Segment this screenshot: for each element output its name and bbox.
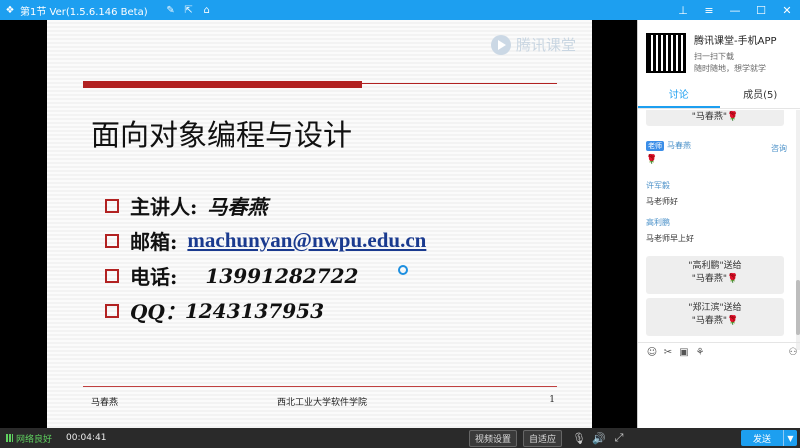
flower-icon[interactable]: ⚘ [692, 347, 708, 358]
presentation-slide: 腾讯课堂 面向对象编程与设计 主讲人: 马春燕 邮箱: machunyan@nw… [47, 20, 592, 428]
title-bar: ❖ 第1节 Ver(1.5.6.146 Beta) ✎ ⇱ ⌂ ⊥ ≡ — ☐ … [0, 0, 800, 20]
gift-recipient: "马春燕" [691, 316, 728, 326]
email-link[interactable]: machunyan@nwpu.edu.cn [187, 228, 426, 253]
bullet-value: 1243137953 [184, 298, 325, 323]
rose-icon: 🌹 [727, 316, 739, 326]
app-logo-icon: ❖ [5, 4, 15, 16]
bullet-lecturer: 主讲人: 马春燕 [105, 188, 426, 223]
footer-author: 马春燕 [91, 398, 119, 408]
promo-line1: 扫一扫下载 [694, 51, 734, 61]
edit-icon[interactable]: ✎ [162, 0, 180, 20]
image-icon[interactable]: ▣ [676, 347, 692, 358]
gift-message: "高利鹏"送给 "马春燕"🌹 [646, 256, 784, 294]
send-button[interactable]: 发送 [740, 430, 783, 446]
sender-name: 高利鹏 [646, 218, 670, 227]
menu-icon[interactable]: ≡ [696, 0, 722, 20]
slide-title: 面向对象编程与设计 [91, 118, 353, 152]
promo-title: 腾讯课堂-手机APP [694, 35, 777, 47]
bullet-label: QQ： [130, 300, 185, 324]
brand-text: 腾讯课堂 [515, 36, 576, 54]
bullet-value: 马春燕 [207, 195, 268, 219]
pin-icon[interactable]: ⊥ [670, 0, 696, 20]
classroom-window: ❖ 第1节 Ver(1.5.6.146 Beta) ✎ ⇱ ⌂ ⊥ ≡ — ☐ … [0, 0, 800, 448]
tab-members[interactable]: 成员(5) [720, 85, 800, 108]
teacher-message-header: 老师 马春燕 [646, 140, 691, 151]
elapsed-time: 00:04:41 [66, 433, 107, 443]
emoji-icon[interactable]: ☺ [644, 347, 660, 358]
bottom-bar: 网络良好 00:04:41 视频设置 自适应 🎙 🔊 ⤢ 发送 ▼ [0, 428, 800, 448]
maximize-icon[interactable]: ☐ [748, 0, 774, 20]
send-options-chevron-icon[interactable]: ▼ [783, 430, 797, 446]
bullet-email: 邮箱: machunyan@nwpu.edu.cn [105, 223, 426, 258]
bullet-square-icon [105, 268, 119, 283]
bullet-label: 主讲人: [130, 195, 198, 219]
slide-bullet-list: 主讲人: 马春燕 邮箱: machunyan@nwpu.edu.cn 电话: 1… [105, 188, 426, 328]
window-title: 第1节 Ver(1.5.6.146 Beta) [20, 6, 148, 18]
gift-sender: "郑江滨"送给 [688, 303, 742, 313]
teacher-message-body: 🌹 [646, 155, 657, 165]
chat-toolbar: ☺ ✂ ▣ ⚘ ⚇ [638, 342, 800, 362]
gift-message: "郑江滨"送给 "马春燕"🌹 [646, 298, 784, 336]
home-icon[interactable]: ⌂ [198, 0, 216, 20]
side-panel: 腾讯课堂-手机APP 扫一扫下载 随时随地，想学就学 讨论 成员(5) "马春燕… [637, 20, 800, 428]
chat-scrollbar[interactable] [796, 110, 800, 350]
bullet-qq: QQ： 1243137953 [105, 293, 426, 328]
pointer-cursor-icon [398, 265, 408, 275]
tab-discussion[interactable]: 讨论 [638, 85, 720, 108]
rose-icon: 🌹 [727, 274, 739, 284]
gift-recipient: "马春燕" [691, 112, 728, 122]
rose-icon: 🌹 [646, 155, 658, 165]
play-logo-icon [490, 34, 511, 55]
sender-name: 许军毅 [646, 181, 670, 190]
ask-link[interactable]: 咨询 [771, 143, 787, 154]
bullet-label: 邮箱: [130, 230, 178, 254]
app-promo: 腾讯课堂-手机APP 扫一扫下载 随时随地，想学就学 [638, 20, 800, 85]
qr-code-icon [646, 32, 686, 73]
footer-institution: 西北工业大学软件学院 [277, 398, 368, 408]
video-stage[interactable]: 腾讯课堂 面向对象编程与设计 主讲人: 马春燕 邮箱: machunyan@nw… [0, 20, 637, 428]
minimize-icon[interactable]: — [722, 0, 748, 20]
footer-page-number: 1 [549, 395, 555, 405]
title-accent-bar [83, 81, 362, 88]
scissors-icon[interactable]: ✂ [660, 347, 676, 358]
user-icon[interactable]: ⚇ [785, 347, 800, 358]
chat-input[interactable] [638, 362, 800, 428]
fit-button[interactable]: 自适应 [522, 429, 562, 447]
bullet-phone: 电话: 13991282722 [105, 258, 426, 293]
video-settings-button[interactable]: 视频设置 [468, 429, 517, 447]
side-tabs: 讨论 成员(5) [638, 85, 800, 109]
message-text: 马老师早上好 [646, 234, 694, 243]
scrollbar-thumb[interactable] [796, 280, 800, 335]
volume-icon[interactable]: 🔊 [590, 432, 608, 445]
footer-divider [83, 386, 557, 387]
bullet-square-icon [105, 303, 119, 318]
close-icon[interactable]: ✕ [774, 0, 800, 20]
share-icon[interactable]: ⇱ [180, 0, 198, 20]
send-control: 发送 ▼ [740, 430, 797, 446]
teacher-badge: 老师 [646, 141, 664, 151]
microphone-muted-icon[interactable]: 🎙 [570, 432, 588, 445]
sender-name: 马春燕 [667, 141, 691, 150]
bullet-square-icon [105, 198, 119, 213]
rose-icon: 🌹 [727, 112, 739, 122]
gift-recipient: "马春燕" [691, 274, 728, 284]
bullet-square-icon [105, 233, 119, 248]
gift-message: "马春燕"🌹 [646, 110, 784, 126]
bullet-label: 电话: [130, 265, 178, 289]
chat-list[interactable]: "马春燕"🌹 老师 马春燕 咨询 🌹 许军毅 马老师好 高利鹏 马老师早上好 "高… [638, 110, 800, 350]
bullet-value: 13991282722 [205, 263, 359, 288]
promo-line2: 随时随地，想学就学 [694, 63, 766, 73]
signal-icon [6, 434, 13, 442]
network-status: 网络良好 [6, 432, 52, 445]
brand-watermark: 腾讯课堂 [490, 34, 576, 55]
message-text: 马老师好 [646, 197, 678, 206]
gift-sender: "高利鹏"送给 [688, 261, 742, 271]
network-status-text: 网络良好 [16, 434, 53, 445]
fullscreen-icon[interactable]: ⤢ [610, 431, 628, 445]
